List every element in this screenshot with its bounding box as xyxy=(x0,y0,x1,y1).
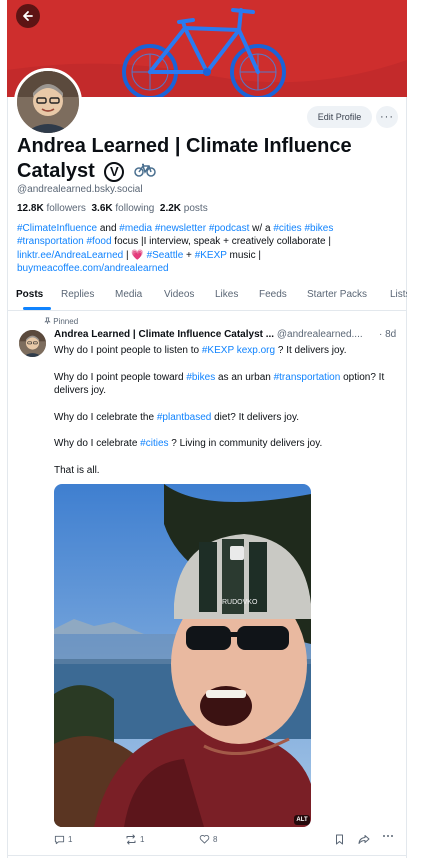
hashtag-link[interactable]: #cities xyxy=(273,223,301,234)
hashtag-link[interactable]: #podcast xyxy=(209,223,250,234)
like-count: 8 xyxy=(213,834,218,844)
posts-stat: 2.2K posts xyxy=(159,203,208,214)
coffee-link[interactable]: buymeacoffee.com/andrealearned xyxy=(17,263,169,274)
repost-button[interactable]: 1 xyxy=(125,834,144,845)
post-actions: 1 1 8 xyxy=(54,834,400,848)
avatar-image xyxy=(19,330,46,357)
edit-profile-button[interactable]: Edit Profile xyxy=(307,106,372,128)
reply-icon xyxy=(54,835,65,845)
hashtag-link[interactable]: #bikes xyxy=(304,223,333,234)
tab-replies[interactable]: Replies xyxy=(61,289,94,300)
tab-media[interactable]: Media xyxy=(115,289,142,300)
hashtag-link[interactable]: #ClimateInfluence xyxy=(17,223,97,234)
more-icon xyxy=(383,835,393,837)
hashtag-link[interactable]: #plantbased xyxy=(157,412,212,423)
post-paragraph: Why do I celebrate the #plantbased diet?… xyxy=(54,412,299,423)
back-arrow-icon xyxy=(23,11,33,21)
tab-posts[interactable]: Posts xyxy=(16,289,43,300)
following-stat[interactable]: 3.6K following xyxy=(92,203,155,214)
share-button[interactable] xyxy=(358,834,370,845)
bicycle-icon xyxy=(134,159,156,184)
selfie-photo: RUDOVKO xyxy=(54,484,311,827)
pin-icon xyxy=(44,317,51,324)
hashtag-link[interactable]: #Seattle xyxy=(147,250,184,261)
post-author-name[interactable]: Andrea Learned | Climate Influence Catal… xyxy=(54,329,274,340)
profile-avatar[interactable] xyxy=(14,68,82,136)
active-tab-indicator xyxy=(23,307,51,310)
verified-badge: V xyxy=(104,161,125,182)
linktree-link[interactable]: linktr.ee/AndreaLearned xyxy=(17,250,123,261)
hashtag-link[interactable]: #KEXP xyxy=(195,250,227,261)
pinned-label: Pinned xyxy=(44,317,78,326)
display-name: Andrea Learned | Climate Influence Catal… xyxy=(17,134,387,184)
hashtag-link[interactable]: #transportation xyxy=(17,236,84,247)
profile-bio: #ClimateInfluence and #media #newsletter… xyxy=(17,223,334,275)
post-divider xyxy=(7,855,407,856)
post-paragraph: Why do I point people toward #bikes as a… xyxy=(54,372,385,396)
post-paragraph: Why do I point people to listen to #KEXP… xyxy=(54,345,347,356)
display-name-text: Andrea Learned | Climate Influence Catal… xyxy=(17,135,352,182)
bookmark-button[interactable] xyxy=(335,834,344,845)
tab-likes[interactable]: Likes xyxy=(215,289,238,300)
post-author-handle[interactable]: @andrealearned.... xyxy=(277,329,363,340)
avatar-image xyxy=(17,71,79,133)
post-author-avatar[interactable] xyxy=(19,330,46,357)
post-more-button[interactable] xyxy=(382,834,394,838)
post-link[interactable]: kexp.org xyxy=(237,345,275,356)
tab-videos[interactable]: Videos xyxy=(164,289,194,300)
hashtag-link[interactable]: #KEXP xyxy=(202,345,234,356)
hashtag-link[interactable]: #transportation xyxy=(274,372,341,383)
tab-feeds[interactable]: Feeds xyxy=(259,289,287,300)
reply-count: 1 xyxy=(68,835,73,844)
hashtag-link[interactable]: #cities xyxy=(140,438,168,449)
heart-emoji: 💗 xyxy=(131,249,144,261)
hashtag-link[interactable]: #bikes xyxy=(186,372,215,383)
post-timestamp[interactable]: · 8d xyxy=(379,329,396,340)
hashtag-link[interactable]: #food xyxy=(87,236,112,247)
hashtag-link[interactable]: #media xyxy=(119,223,152,234)
tab-starter-packs[interactable]: Starter Packs xyxy=(307,289,367,300)
like-icon xyxy=(199,834,210,844)
helmet-text: RUDOVKO xyxy=(222,599,258,606)
share-icon xyxy=(358,835,370,844)
bookmark-icon xyxy=(336,834,343,845)
post-image[interactable]: RUDOVKO xyxy=(54,484,311,827)
post-header: Andrea Learned | Climate Influence Catal… xyxy=(54,329,400,340)
followers-stat[interactable]: 12.8K followers xyxy=(17,203,86,214)
like-button[interactable]: 8 xyxy=(199,834,217,844)
alt-text-badge[interactable]: ALT xyxy=(294,815,310,825)
tab-lists[interactable]: Lists xyxy=(390,289,407,300)
post-paragraph: Why do I celebrate #cities ? Living in c… xyxy=(54,438,323,449)
profile-handle: @andrealearned.bsky.social xyxy=(17,184,143,195)
post-paragraph: That is all. xyxy=(54,465,100,476)
profile-tabs: Posts Replies Media Videos Likes Feeds S… xyxy=(7,282,407,311)
repost-count: 1 xyxy=(140,835,145,844)
hashtag-link[interactable]: #newsletter xyxy=(155,223,206,234)
repost-icon xyxy=(126,834,136,845)
profile-more-button[interactable]: ··· xyxy=(376,106,398,128)
reply-button[interactable]: 1 xyxy=(54,834,72,845)
back-button[interactable] xyxy=(16,4,40,28)
profile-stats: 12.8K followers 3.6K following 2.2K post… xyxy=(17,203,208,214)
